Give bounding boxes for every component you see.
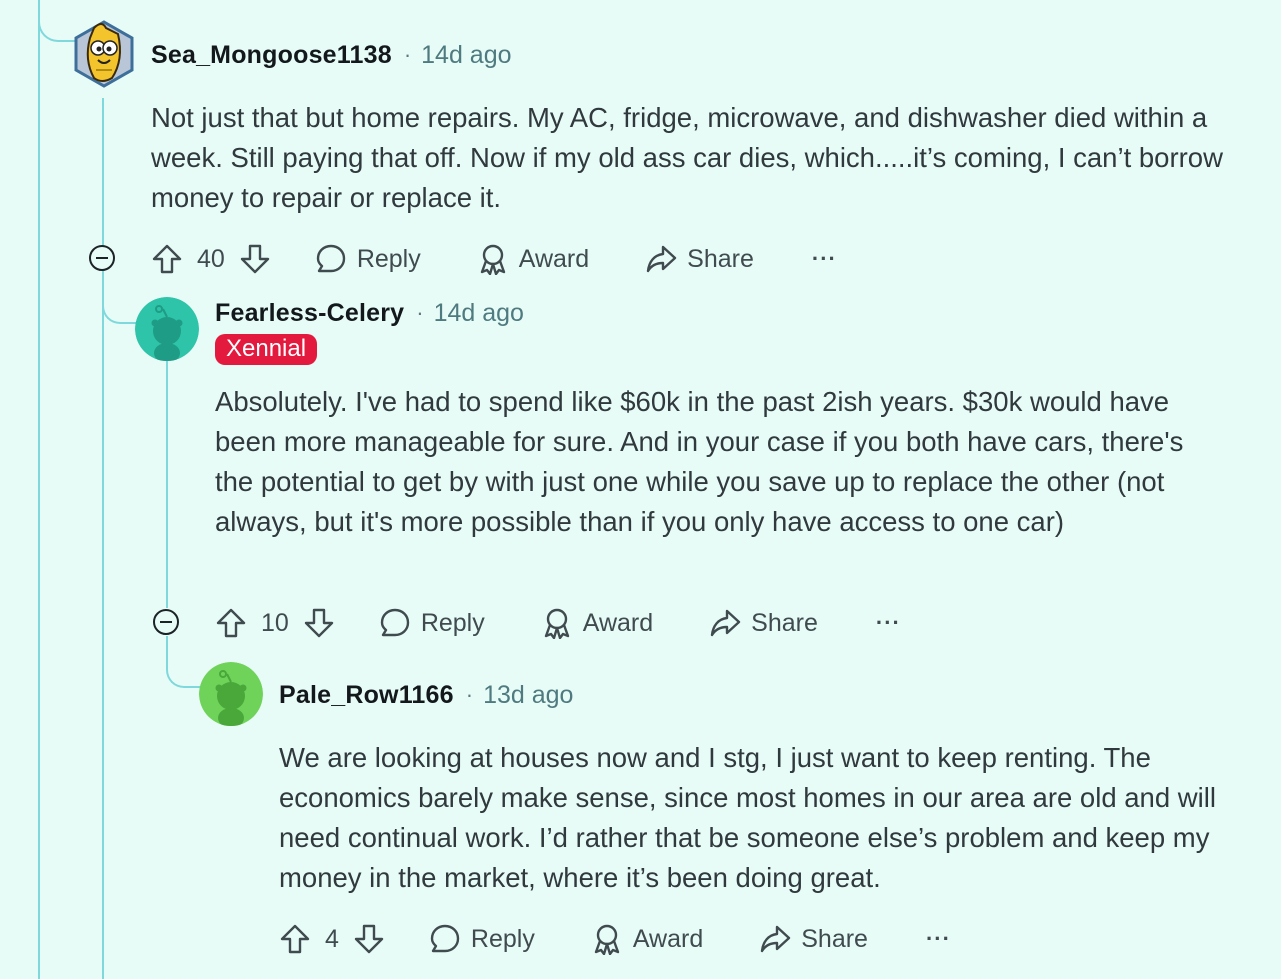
comment-bubble-icon xyxy=(430,924,460,953)
comment-header: Fearless-Celery · 14d ago xyxy=(215,296,524,330)
thread-connector xyxy=(102,270,138,324)
timestamp[interactable]: 14d ago xyxy=(421,41,511,70)
comment-bubble-icon xyxy=(380,608,410,637)
award-icon xyxy=(544,608,569,639)
comment-2-thread-line[interactable] xyxy=(166,360,168,608)
downvote-icon xyxy=(304,608,334,638)
thread-connector xyxy=(166,636,204,688)
downvote-icon xyxy=(240,244,270,274)
reply-button[interactable]: Reply xyxy=(315,243,421,275)
share-label: Share xyxy=(687,244,754,273)
comment-actions: 40 Reply Award Share ··· xyxy=(151,239,837,279)
more-options-button[interactable]: ··· xyxy=(876,610,901,636)
vote-count: 40 xyxy=(197,244,225,273)
separator: · xyxy=(465,682,474,707)
comment-header: Sea_Mongoose1138 · 14d ago xyxy=(151,38,512,72)
teal-snoo-avatar-icon xyxy=(135,297,199,361)
award-button[interactable]: Award xyxy=(541,607,653,639)
share-label: Share xyxy=(751,608,818,637)
comment-body: Not just that but home repairs. My AC, f… xyxy=(151,102,1223,213)
share-button[interactable]: Share xyxy=(759,923,868,955)
share-button[interactable]: Share xyxy=(645,243,754,275)
share-arrow-icon xyxy=(710,609,741,637)
vote-count: 4 xyxy=(325,924,339,953)
reply-label: Reply xyxy=(470,924,535,953)
award-icon xyxy=(594,924,620,955)
collapse-button[interactable] xyxy=(89,245,115,271)
award-label: Award xyxy=(518,244,590,273)
username[interactable]: Fearless-Celery xyxy=(215,299,404,328)
award-icon xyxy=(480,244,505,275)
reply-label: Reply xyxy=(356,244,421,273)
share-arrow-icon xyxy=(761,925,791,953)
downvote-button[interactable] xyxy=(239,243,271,275)
award-button[interactable]: Award xyxy=(591,923,703,955)
comment-thread: Sea_Mongoose1138 · 14d ago Not just that… xyxy=(0,0,1281,979)
award-label: Award xyxy=(582,608,654,637)
share-button[interactable]: Share xyxy=(709,607,818,639)
comment-1-thread-line[interactable] xyxy=(102,98,104,248)
username[interactable]: Pale_Row1166 xyxy=(279,681,454,710)
upvote-icon xyxy=(280,924,310,954)
comment-actions: 10 Reply Award Share ··· xyxy=(215,603,901,643)
upvote-button[interactable] xyxy=(215,607,247,639)
user-avatar[interactable] xyxy=(199,662,263,726)
timestamp[interactable]: 14d ago xyxy=(434,299,524,328)
share-arrow-icon xyxy=(646,245,677,273)
comment-bubble-icon xyxy=(316,244,346,273)
timestamp[interactable]: 13d ago xyxy=(483,681,573,710)
upvote-button[interactable] xyxy=(279,923,311,955)
green-snoo-avatar-icon xyxy=(199,662,263,726)
award-button[interactable]: Award xyxy=(477,243,589,275)
more-options-button[interactable]: ··· xyxy=(926,926,951,952)
more-options-button[interactable]: ··· xyxy=(812,246,837,272)
downvote-icon xyxy=(354,924,384,954)
downvote-button[interactable] xyxy=(353,923,385,955)
collapse-button[interactable] xyxy=(153,609,179,635)
comment-1-thread-line-lower[interactable] xyxy=(102,274,104,979)
upvote-icon xyxy=(152,244,182,274)
user-avatar[interactable] xyxy=(72,20,136,88)
parent-thread-line[interactable] xyxy=(38,0,40,979)
separator: · xyxy=(403,42,412,67)
comment-body: Absolutely. I've had to spend like $60k … xyxy=(215,386,1184,537)
user-avatar[interactable] xyxy=(135,297,199,361)
vote-count: 10 xyxy=(261,608,289,637)
separator: · xyxy=(416,300,424,325)
comment-body: We are looking at houses now and I stg, … xyxy=(279,742,1216,893)
user-flair: Xennial xyxy=(215,334,318,365)
reply-button[interactable]: Reply xyxy=(429,923,535,955)
reply-button[interactable]: Reply xyxy=(379,607,485,639)
share-label: Share xyxy=(801,924,868,953)
upvote-button[interactable] xyxy=(151,243,183,275)
banana-snoo-avatar-icon xyxy=(74,20,134,88)
award-label: Award xyxy=(632,924,704,953)
comment-header: Pale_Row1166 · 13d ago xyxy=(279,678,573,712)
username[interactable]: Sea_Mongoose1138 xyxy=(151,41,392,70)
comment-actions: 4 Reply Award Share ··· xyxy=(279,919,951,959)
downvote-button[interactable] xyxy=(303,607,335,639)
upvote-icon xyxy=(216,608,246,638)
reply-label: Reply xyxy=(420,608,485,637)
